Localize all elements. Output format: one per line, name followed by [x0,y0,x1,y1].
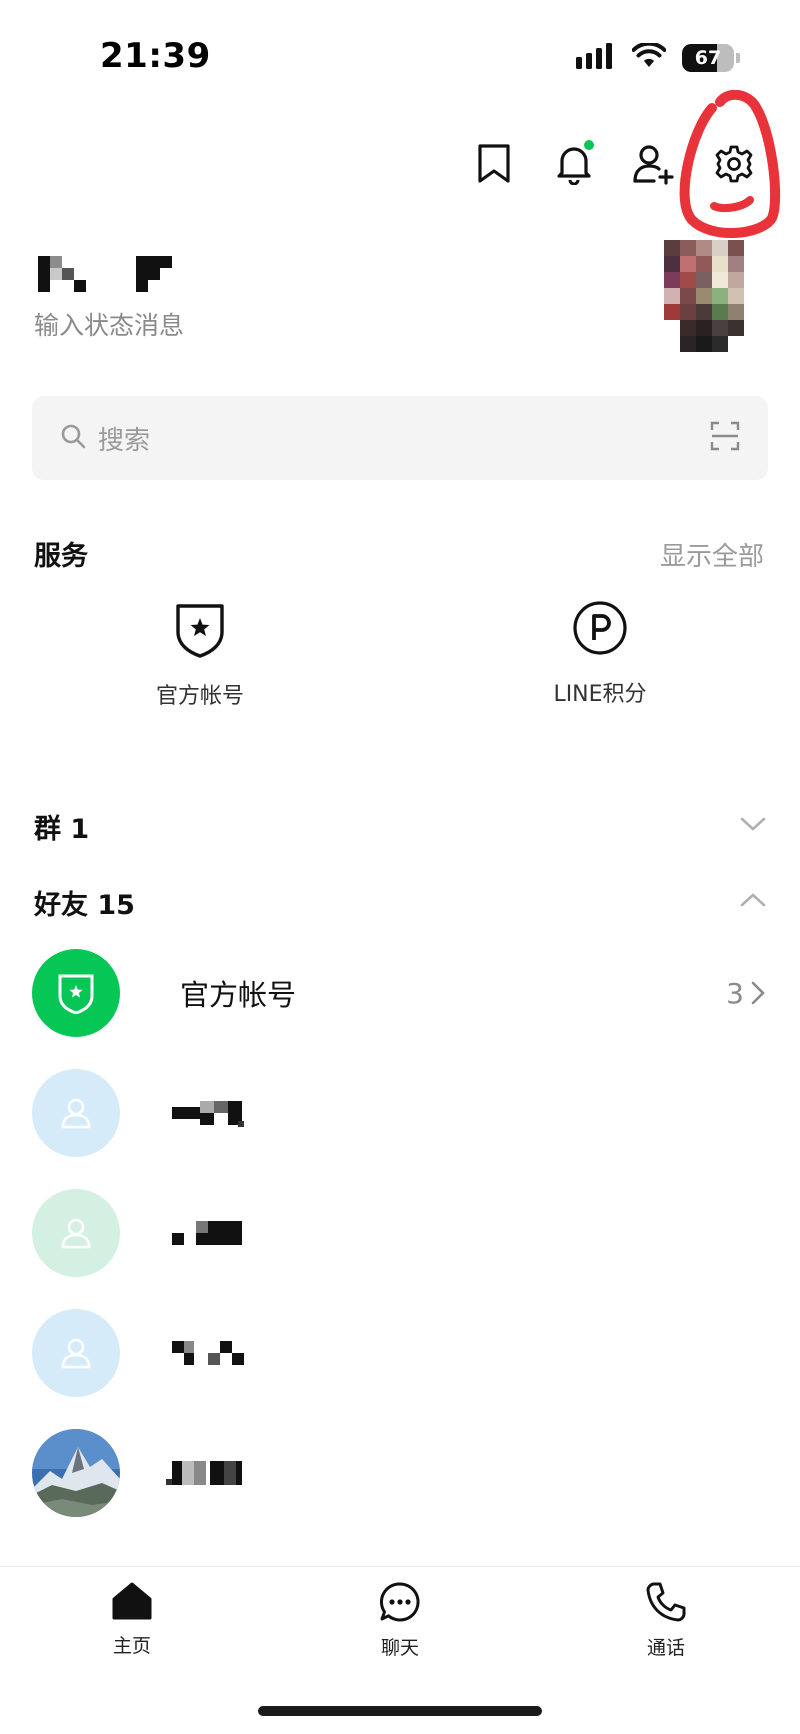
groups-label: 群 1 [34,813,90,845]
friend-name-pixelated [172,1101,244,1127]
chat-icon [379,1581,421,1627]
friend-row[interactable] [0,1418,800,1528]
home-icon [111,1581,153,1625]
shield-star-icon [174,600,226,662]
nav-label: 聊天 [380,1637,419,1659]
service-label: 官方帐号 [155,684,244,709]
battery-icon: 67 [682,44,740,72]
points-p-icon [572,600,628,660]
signal-icon [576,43,616,73]
wifi-icon [631,41,667,73]
friend-name-pixelated [166,1461,242,1485]
service-label: LINE积分 [553,682,647,707]
search-bar[interactable]: 搜索 [32,396,768,480]
bell-icon[interactable] [550,140,598,188]
battery-level: 67 [694,47,722,69]
friend-row[interactable] [0,1178,800,1288]
default-user-avatar [32,1309,120,1397]
official-account-avatar [32,949,120,1037]
bookmark-icon[interactable] [470,140,518,188]
status-icons: 67 [576,40,740,76]
add-friend-icon[interactable] [630,140,678,188]
service-official-account[interactable]: 官方帐号 [100,600,300,710]
mountain-photo-avatar [32,1429,120,1517]
groups-header[interactable]: 群 1 [0,801,800,851]
nav-calls[interactable]: 通话 [596,1581,736,1660]
status-time: 21:39 [100,36,211,76]
nav-label: 主页 [112,1635,151,1657]
friend-name-pixelated [172,1341,244,1365]
chevron-up-icon [740,892,766,912]
service-line-points[interactable]: LINE积分 [500,600,700,708]
friends-label: 好友 15 [34,889,135,921]
official-account-count: 3 [726,976,744,1010]
friend-count: 3 [726,938,766,1048]
nav-label: 通话 [646,1637,685,1659]
chevron-right-icon [751,981,765,1005]
friend-row[interactable] [0,1298,800,1408]
nav-chat[interactable]: 聊天 [330,1581,470,1660]
phone-icon [645,1581,687,1627]
search-placeholder: 搜索 [98,425,151,456]
friend-name-pixelated [172,1221,242,1245]
nav-home[interactable]: 主页 [62,1581,202,1658]
show-all-link[interactable]: 显示全部 [660,536,764,573]
friend-name: 官方帐号 [180,978,297,1012]
default-user-avatar [32,1069,120,1157]
annotation-circle [679,90,781,238]
notification-dot [584,140,594,150]
profile-name-pixelated [38,256,172,292]
friend-row[interactable] [0,1058,800,1168]
friends-header[interactable]: 好友 15 [0,877,800,927]
chevron-down-icon [740,816,766,836]
default-user-avatar [32,1189,120,1277]
friend-row-official-account[interactable]: 官方帐号 3 [0,938,800,1048]
scan-icon[interactable] [710,421,740,455]
status-message-input[interactable]: 输入状态消息 [34,306,184,342]
home-indicator[interactable] [258,1706,542,1716]
search-icon [60,423,86,453]
profile-avatar[interactable] [664,240,758,352]
services-title: 服务 [34,541,88,572]
